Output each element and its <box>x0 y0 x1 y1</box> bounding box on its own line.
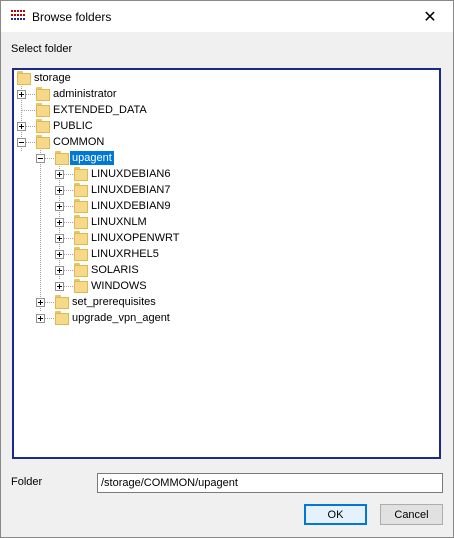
collapse-icon[interactable] <box>17 138 26 147</box>
tree-item-upagent[interactable]: upagent <box>14 150 214 166</box>
expand-icon[interactable] <box>17 90 26 99</box>
browse-folders-dialog: Browse folders ✕ Select folder storage a… <box>0 0 454 538</box>
tree-item-linuxopenwrt[interactable]: LINUXOPENWRT <box>14 230 234 246</box>
tree-item-storage[interactable]: storage <box>14 70 214 86</box>
tree-item-administrator[interactable]: administrator <box>14 86 214 102</box>
tree-item-common[interactable]: COMMON <box>14 134 214 150</box>
tree-item-label-selected: upagent <box>69 150 115 166</box>
tree-item-label: LINUXDEBIAN9 <box>91 200 171 212</box>
folder-icon <box>74 231 88 245</box>
expand-icon[interactable] <box>17 122 26 131</box>
expand-icon[interactable] <box>36 314 45 323</box>
tree-item-linuxdebian7[interactable]: LINUXDEBIAN7 <box>14 182 234 198</box>
folder-icon <box>55 151 69 165</box>
expand-icon[interactable] <box>55 234 64 243</box>
folder-icon <box>36 119 50 133</box>
collapse-icon[interactable] <box>36 154 45 163</box>
tree-item-label: storage <box>34 72 71 84</box>
expand-icon[interactable] <box>55 266 64 275</box>
folder-icon <box>74 247 88 261</box>
expand-icon[interactable] <box>36 298 45 307</box>
tree-item-label: set_prerequisites <box>72 296 156 308</box>
tree-item-solaris[interactable]: SOLARIS <box>14 262 234 278</box>
tree-item-label: LINUXRHEL5 <box>91 248 159 260</box>
tree-item-linuxrhel5[interactable]: LINUXRHEL5 <box>14 246 234 262</box>
folder-field-label: Folder <box>11 476 43 488</box>
tree-item-label: administrator <box>53 88 117 100</box>
tree-item-upgrade-vpn-agent[interactable]: upgrade_vpn_agent <box>14 310 234 326</box>
folder-icon <box>36 135 50 149</box>
select-folder-label: Select folder <box>11 43 73 55</box>
tree-item-label: WINDOWS <box>91 280 147 292</box>
folder-icon <box>74 183 88 197</box>
folder-icon <box>74 199 88 213</box>
folder-tree[interactable]: storage administrator EXTENDED_DATA PUBL… <box>12 68 441 459</box>
tree-item-public[interactable]: PUBLIC <box>14 118 214 134</box>
tree-item-label: SOLARIS <box>91 264 139 276</box>
expand-icon[interactable] <box>55 282 64 291</box>
folder-path-input[interactable] <box>97 473 443 493</box>
tree-item-label: EXTENDED_DATA <box>53 104 147 116</box>
tree-item-set-prerequisites[interactable]: set_prerequisites <box>14 294 234 310</box>
ok-button[interactable]: OK <box>304 504 367 525</box>
folder-icon <box>55 311 69 325</box>
expand-icon[interactable] <box>55 186 64 195</box>
folder-icon <box>74 263 88 277</box>
folder-icon <box>17 71 31 85</box>
tree-item-windows[interactable]: WINDOWS <box>14 278 234 294</box>
cancel-button[interactable]: Cancel <box>380 504 443 525</box>
folder-icon <box>55 295 69 309</box>
tree-item-label: LINUXNLM <box>91 216 147 228</box>
title-bar: Browse folders ✕ <box>1 1 453 32</box>
expand-icon[interactable] <box>55 218 64 227</box>
expand-icon[interactable] <box>55 170 64 179</box>
window-title: Browse folders <box>32 10 112 24</box>
tree-item-label: LINUXDEBIAN6 <box>91 168 171 180</box>
tree-item-label: COMMON <box>53 136 105 148</box>
folder-icon <box>74 215 88 229</box>
close-icon: ✕ <box>423 8 437 26</box>
tree-item-linuxnlm[interactable]: LINUXNLM <box>14 214 234 230</box>
folder-icon <box>36 87 50 101</box>
expand-icon[interactable] <box>55 202 64 211</box>
folder-icon <box>74 167 88 181</box>
tree-item-extended-data[interactable]: EXTENDED_DATA <box>14 102 214 118</box>
tree-item-label: PUBLIC <box>53 120 93 132</box>
expand-icon[interactable] <box>55 250 64 259</box>
tree-item-linuxdebian6[interactable]: LINUXDEBIAN6 <box>14 166 234 182</box>
tree-item-label: LINUXDEBIAN7 <box>91 184 171 196</box>
folder-icon <box>74 279 88 293</box>
folder-icon <box>36 103 50 117</box>
close-button[interactable]: ✕ <box>407 1 453 32</box>
app-icon <box>10 9 26 23</box>
tree-item-label: upgrade_vpn_agent <box>72 312 170 324</box>
tree-item-linuxdebian9[interactable]: LINUXDEBIAN9 <box>14 198 234 214</box>
tree-item-label: LINUXOPENWRT <box>91 232 180 244</box>
